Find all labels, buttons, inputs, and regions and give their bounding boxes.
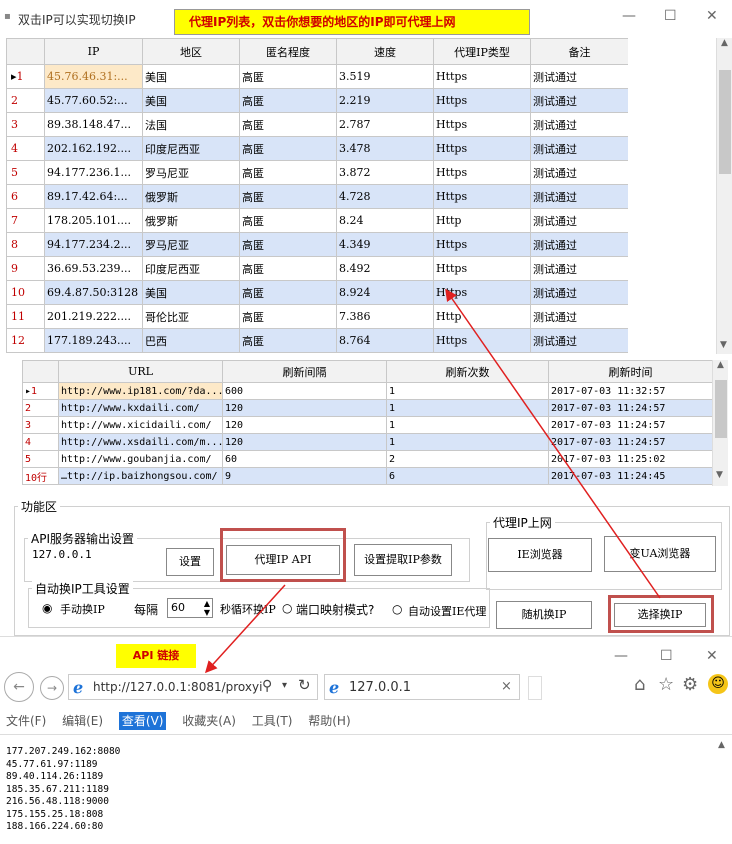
arrow-to-api-link: [204, 584, 286, 674]
annotation-arrows: [204, 288, 661, 674]
arrow-to-ip-row: [445, 288, 661, 599]
